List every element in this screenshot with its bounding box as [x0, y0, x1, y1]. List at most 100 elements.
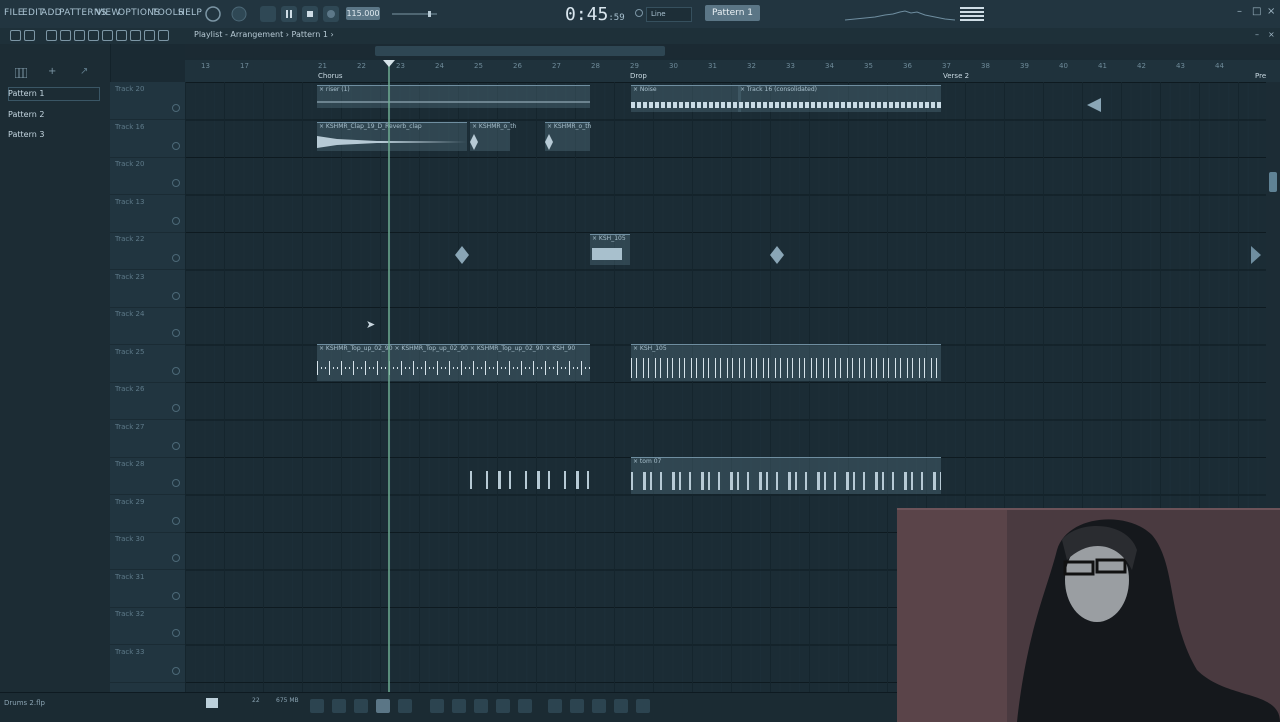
audio-clip[interactable]: × KSHMR_o_th — [470, 122, 516, 151]
track-mute-led[interactable] — [172, 141, 180, 150]
track-mute-led[interactable] — [172, 104, 180, 112]
tempo-display[interactable]: 115.000 — [346, 7, 380, 20]
browser-icon[interactable] — [452, 699, 466, 713]
track-mute-led[interactable] — [172, 441, 180, 450]
track-mute-led[interactable] — [172, 666, 180, 675]
plugin-picker-icon[interactable] — [474, 699, 488, 713]
track-header[interactable]: Track 26 — [110, 382, 185, 420]
slice-icon[interactable] — [116, 30, 127, 41]
mute-icon[interactable] — [88, 30, 99, 41]
track-header[interactable]: Track 29 — [110, 495, 185, 533]
minimize-icon[interactable]: – — [1237, 6, 1242, 17]
record-button[interactable] — [323, 6, 339, 22]
slip-icon[interactable] — [102, 30, 113, 41]
track-mute-led[interactable] — [172, 254, 180, 262]
track-header[interactable]: Track 13 — [110, 195, 185, 233]
overview-thumb[interactable] — [375, 46, 665, 56]
play-button[interactable] — [281, 6, 297, 22]
track-mute-led[interactable] — [172, 216, 180, 225]
tempo-tap-icon[interactable] — [614, 699, 628, 713]
delete-icon[interactable] — [74, 30, 85, 41]
track-mute-led[interactable] — [172, 329, 180, 337]
pencil-icon[interactable] — [46, 30, 57, 41]
brush-icon[interactable] — [60, 30, 71, 41]
step-icon[interactable] — [570, 699, 584, 713]
track-header[interactable]: Track 22 — [110, 232, 185, 270]
track-mute-led[interactable] — [172, 516, 180, 525]
speaker-icon[interactable] — [158, 30, 169, 41]
track-header[interactable]: Track 16 — [110, 120, 185, 158]
slice-icon[interactable] — [430, 699, 444, 713]
track-header[interactable]: Track 33 — [110, 645, 185, 683]
marker-pre[interactable]: Pre — [1255, 72, 1266, 80]
marker-chorus[interactable]: Chorus — [318, 72, 343, 80]
timeline-ruler[interactable]: 13 17 21 22 23 24 25 26 27 28 29 30 31 3… — [185, 60, 1280, 83]
metronome-icon[interactable] — [636, 699, 650, 713]
magnet-icon[interactable] — [24, 30, 35, 41]
track-mute-led[interactable] — [172, 291, 180, 300]
pattern-item-3[interactable]: Pattern 3 — [8, 130, 44, 139]
arrow-icon[interactable] — [332, 699, 346, 713]
playlist-minimize-icon[interactable]: – — [1255, 30, 1259, 39]
resize-icon[interactable]: ↗ — [80, 66, 88, 77]
hit-clip[interactable] — [770, 246, 784, 264]
track-header[interactable]: Track 24 — [110, 307, 185, 345]
pattern-song-toggle[interactable] — [260, 6, 276, 22]
audio-clip[interactable]: × KSH_105 — [590, 234, 630, 265]
track-header[interactable]: Track 20 — [110, 82, 185, 120]
menu-file[interactable]: FILE — [4, 8, 24, 18]
keyboard-icon[interactable] — [548, 699, 562, 713]
master-pitch-slider[interactable] — [392, 10, 437, 18]
playhead[interactable] — [388, 60, 390, 692]
add-icon[interactable]: + — [48, 66, 56, 77]
audio-clip[interactable]: × KSHMR_Top_up_02_90 × KSHMR_Top_up_02_9… — [317, 344, 590, 381]
pitch-knob-icon[interactable] — [230, 5, 248, 23]
channel-rack-icon[interactable] — [398, 699, 412, 713]
track-mute-led[interactable] — [172, 591, 180, 600]
pattern-item-2[interactable]: Pattern 2 — [8, 110, 44, 119]
picker-icon[interactable] — [15, 68, 27, 78]
playlist-window-icon[interactable] — [310, 699, 324, 713]
piano-roll-icon[interactable] — [376, 699, 390, 713]
snap-selector[interactable]: Line — [646, 7, 692, 22]
track-header[interactable]: Track 28 — [110, 457, 185, 495]
master-volume-knob-icon[interactable] — [204, 5, 222, 23]
track-mute-led[interactable] — [172, 479, 180, 487]
audio-clip[interactable]: × KSH_105 — [631, 344, 941, 381]
track-header[interactable]: Track 27 — [110, 420, 185, 458]
track-header[interactable]: Track 32 — [110, 607, 185, 645]
audio-clip[interactable]: × tom 07 — [631, 457, 941, 494]
song-overview-scrollbar[interactable] — [185, 44, 1280, 58]
marker-drop[interactable]: Drop — [630, 72, 647, 80]
select-icon[interactable] — [130, 30, 141, 41]
track-mute-led[interactable] — [172, 404, 180, 412]
menu-arrow-icon[interactable] — [10, 30, 21, 41]
track-header[interactable]: Track 25 — [110, 345, 185, 383]
settings-icon[interactable] — [592, 699, 606, 713]
close-icon[interactable]: × — [1267, 6, 1275, 17]
link-icon[interactable] — [518, 699, 532, 713]
hit-clip[interactable] — [1251, 246, 1261, 264]
tom-hits[interactable] — [470, 467, 590, 493]
track-header[interactable]: Track 23 — [110, 270, 185, 308]
menu-view[interactable]: VIEW — [96, 8, 121, 18]
audio-clip[interactable]: × KSHMR_o_th — [545, 122, 591, 151]
pattern-item-1[interactable]: Pattern 1 — [8, 89, 44, 98]
track-mute-led[interactable] — [172, 366, 180, 375]
vertical-scroll-thumb[interactable] — [1269, 172, 1277, 192]
pencil-icon[interactable] — [354, 699, 368, 713]
marker-verse-2[interactable]: Verse 2 — [943, 72, 969, 80]
stop-button[interactable] — [302, 6, 318, 22]
pattern-selector[interactable]: Pattern 1 — [705, 5, 760, 21]
track-mute-led[interactable] — [172, 554, 180, 562]
zoom-icon[interactable] — [144, 30, 155, 41]
audio-clip[interactable]: × riser (1) — [317, 85, 590, 108]
track-header[interactable]: Track 30 — [110, 532, 185, 570]
track-mute-led[interactable] — [172, 629, 180, 637]
track-header[interactable]: Track 20 — [110, 157, 185, 195]
track-mute-led[interactable] — [172, 179, 180, 187]
playlist-close-icon[interactable]: × — [1268, 30, 1275, 39]
hit-clip[interactable] — [455, 246, 469, 264]
maximize-icon[interactable]: □ — [1252, 6, 1261, 17]
mixer-window-icon[interactable] — [496, 699, 510, 713]
